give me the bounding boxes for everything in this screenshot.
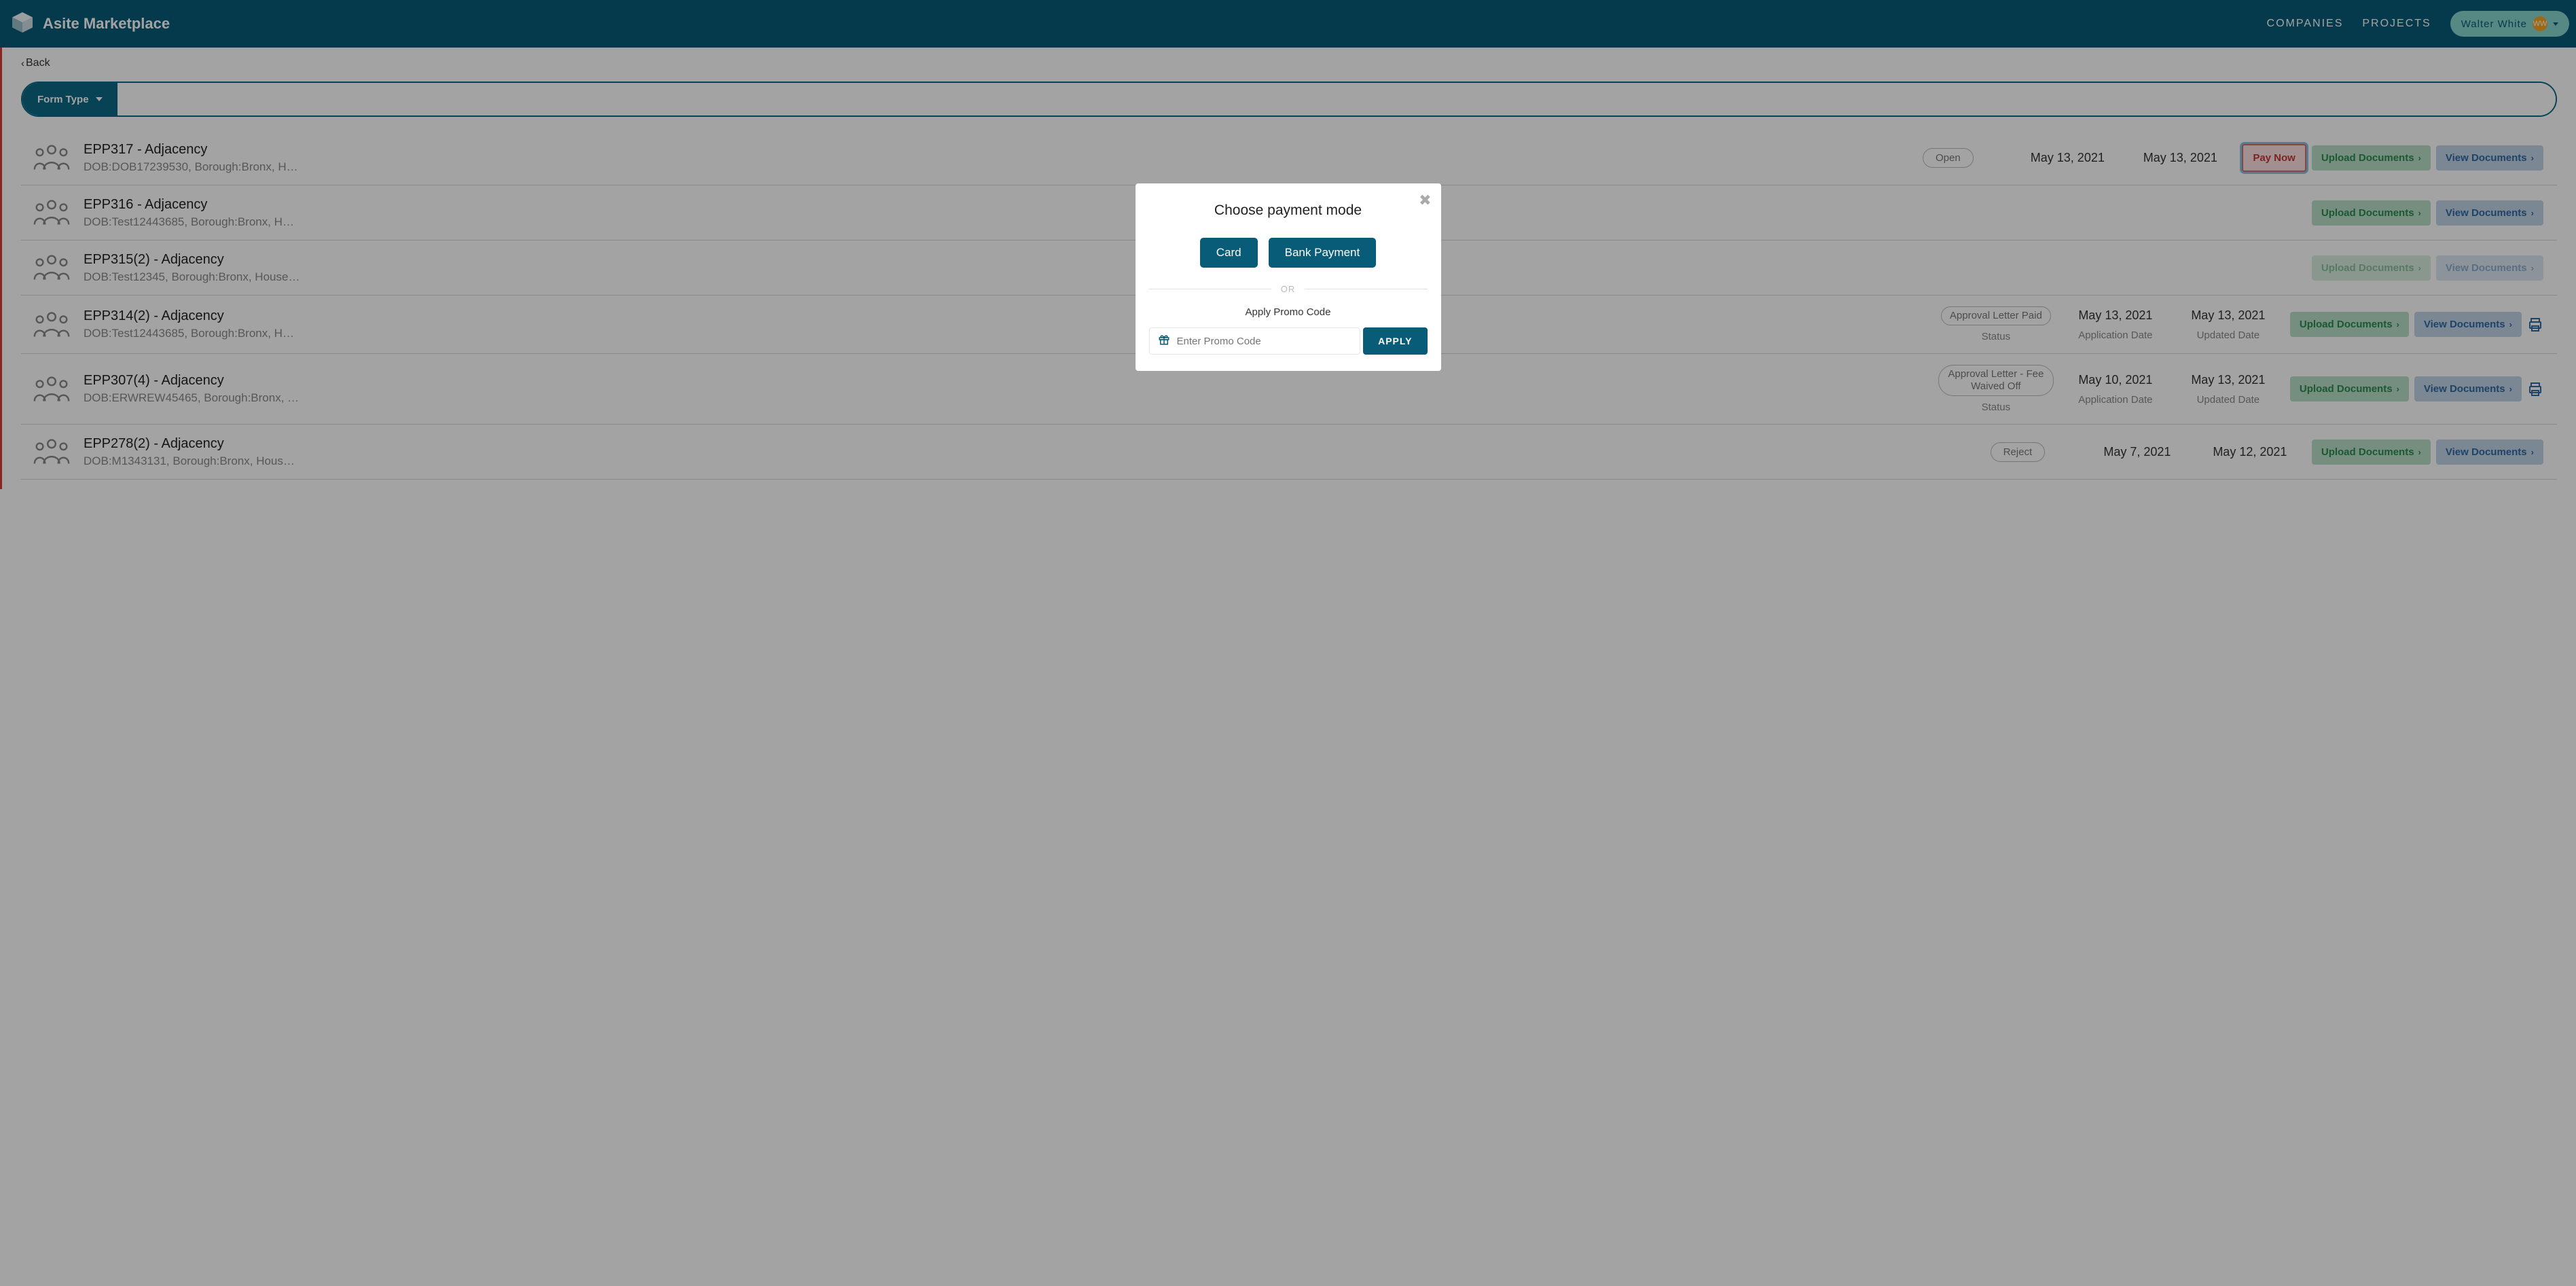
payment-modal: ✖ Choose payment mode Card Bank Payment … [1136, 183, 1441, 371]
or-separator: OR [1149, 284, 1428, 294]
gift-icon [1158, 334, 1170, 349]
modal-overlay[interactable]: ✖ Choose payment mode Card Bank Payment … [0, 0, 2576, 1286]
bank-payment-button[interactable]: Bank Payment [1269, 238, 1377, 268]
modal-title: Choose payment mode [1149, 202, 1428, 219]
or-text: OR [1281, 284, 1296, 294]
promo-input-wrap [1149, 327, 1361, 355]
promo-code-input[interactable] [1177, 328, 1352, 354]
card-button[interactable]: Card [1200, 238, 1258, 268]
close-icon[interactable]: ✖ [1419, 192, 1431, 209]
promo-label: Apply Promo Code [1149, 306, 1428, 318]
promo-row: APPLY [1149, 327, 1428, 355]
modal-button-row: Card Bank Payment [1149, 238, 1428, 268]
apply-promo-button[interactable]: APPLY [1363, 327, 1427, 355]
